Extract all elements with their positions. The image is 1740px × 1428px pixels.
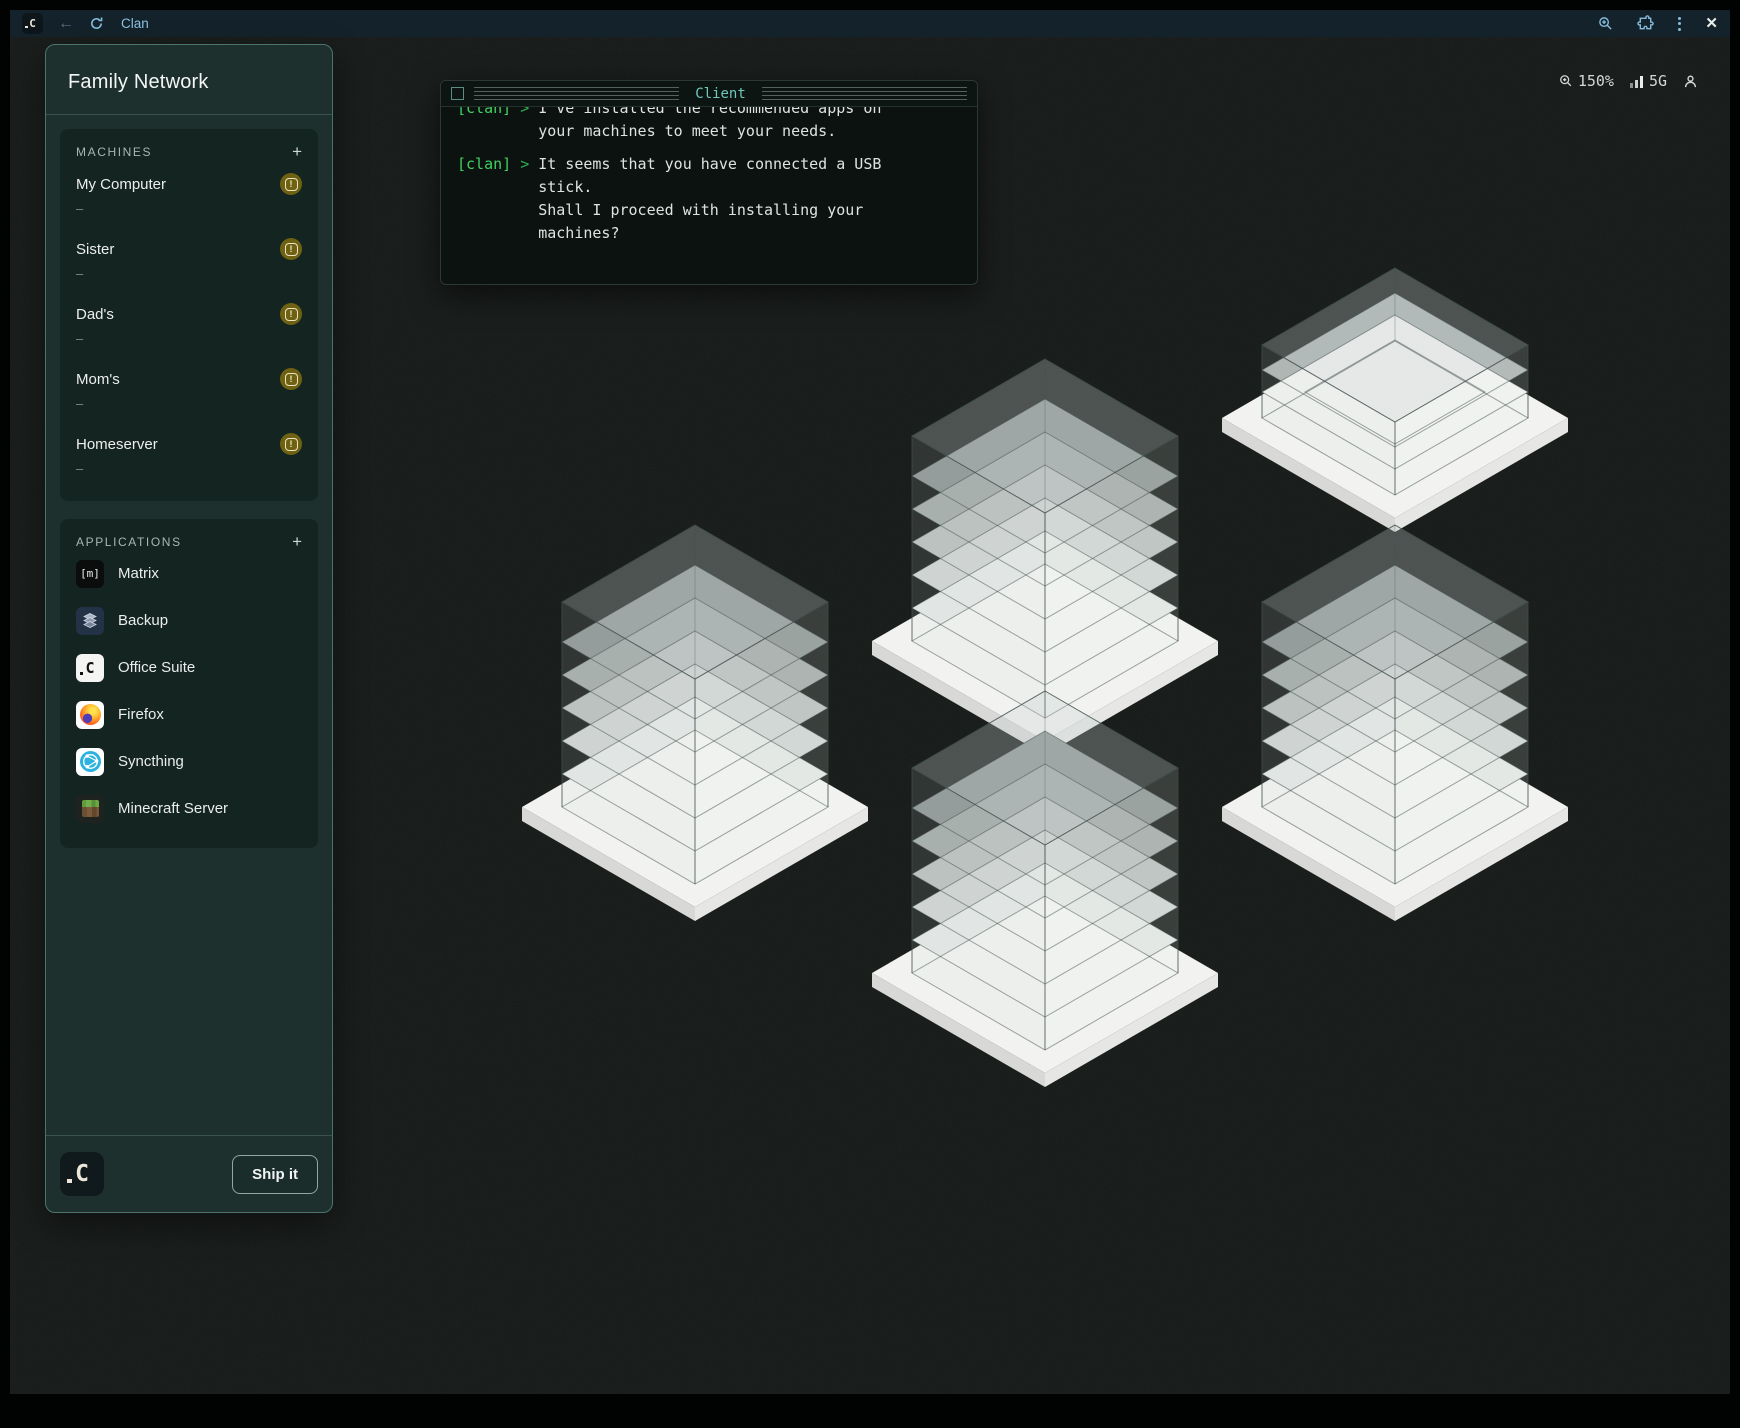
terminal-titlebar[interactable]: Client (441, 81, 977, 107)
application-label: Minecraft Server (118, 800, 228, 817)
application-label: Office Suite (118, 659, 195, 676)
machine-name: Sister (76, 241, 114, 258)
machine-detail: – (76, 396, 302, 411)
titlebar-stripes (762, 87, 967, 100)
warning-status-icon[interactable]: ! (280, 238, 302, 260)
menu-kebab-icon[interactable] (1678, 17, 1681, 31)
application-label: Firefox (118, 706, 164, 723)
canvas-hud: 150% 5G (1559, 72, 1698, 90)
terminal-message-text: It seems that you have connected a USBst… (538, 153, 881, 245)
terminal-message-separator: > (520, 107, 529, 143)
ship-it-button[interactable]: Ship it (232, 1155, 318, 1194)
application-list-item[interactable]: Minecraft Server (76, 785, 302, 832)
client-terminal-window[interactable]: Client [clan] > I've installed the recom… (440, 80, 978, 285)
close-window-icon[interactable]: ✕ (1705, 16, 1718, 31)
sidebar-footer: C Ship it (46, 1135, 332, 1212)
terminal-close-box-icon[interactable] (451, 87, 464, 100)
machine-detail: – (76, 266, 302, 281)
network-indicator[interactable]: 5G (1630, 72, 1667, 90)
machine-list-item[interactable]: Sister ! – (76, 225, 302, 290)
application-label: Matrix (118, 565, 159, 582)
clan-logo-icon[interactable]: C (22, 13, 43, 34)
add-application-button[interactable]: + (292, 533, 302, 550)
application-label: Backup (118, 612, 168, 629)
reload-icon[interactable] (89, 16, 104, 31)
syncthing-icon (76, 748, 104, 776)
terminal-title: Client (689, 86, 752, 102)
back-icon[interactable]: ← (58, 16, 74, 32)
machine-detail: – (76, 331, 302, 346)
warning-status-icon[interactable]: ! (280, 368, 302, 390)
machine-cube-5[interactable] (872, 673, 1218, 1093)
machine-cube-3[interactable] (522, 507, 868, 927)
terminal-message-prefix: [clan] (457, 153, 511, 245)
machine-list-item[interactable]: Homeserver ! – (76, 420, 302, 485)
machine-list-item[interactable]: Dad's ! – (76, 290, 302, 355)
machines-header: MACHINES (76, 145, 152, 159)
add-machine-button[interactable]: + (292, 143, 302, 160)
backup-icon (76, 607, 104, 635)
application-label: Syncthing (118, 753, 184, 770)
applications-panel: APPLICATIONS + [m] Matrix Backup C Offic… (60, 519, 318, 848)
terminal-message: [clan] > I've installed the recommended … (457, 107, 961, 143)
warning-status-icon[interactable]: ! (280, 433, 302, 455)
office-suite-icon: C (76, 654, 104, 682)
titlebar-stripes (474, 87, 679, 100)
machine-name: Dad's (76, 306, 114, 323)
signal-bars-icon (1630, 75, 1644, 88)
sidebar-title: Family Network (46, 45, 332, 114)
matrix-icon: [m] (76, 560, 104, 588)
machine-list-item[interactable]: My Computer ! – (76, 160, 302, 225)
application-list-item[interactable]: Backup (76, 597, 302, 644)
zoom-level-value: 150% (1578, 72, 1614, 90)
zoom-level-indicator[interactable]: 150% (1559, 72, 1614, 90)
browser-topbar: C ← Clan ✕ (10, 10, 1730, 37)
network-type-value: 5G (1649, 72, 1667, 90)
machine-list: My Computer ! – Sister ! – Dad's ! – Mom… (76, 160, 302, 485)
tab-title[interactable]: Clan (121, 16, 149, 31)
minecraft-server-icon (76, 795, 104, 823)
family-network-sidebar: Family Network MACHINES + My Computer ! … (45, 44, 333, 1213)
machine-cube-1[interactable] (1222, 118, 1568, 538)
user-indicator[interactable] (1683, 74, 1698, 89)
zoom-page-icon[interactable] (1598, 16, 1613, 31)
application-list-item[interactable]: Syncthing (76, 738, 302, 785)
machines-panel: MACHINES + My Computer ! – Sister ! – Da… (60, 129, 318, 501)
application-list: [m] Matrix Backup C Office Suite Firefox… (76, 550, 302, 832)
machine-name: Mom's (76, 371, 120, 388)
terminal-body[interactable]: [clan] > I've installed the recommended … (441, 107, 977, 285)
zoom-magnifier-icon (1559, 74, 1573, 88)
terminal-message-separator: > (520, 153, 529, 245)
extensions-puzzle-icon[interactable] (1637, 15, 1654, 32)
machine-list-item[interactable]: Mom's ! – (76, 355, 302, 420)
sidebar-content[interactable]: MACHINES + My Computer ! – Sister ! – Da… (46, 115, 332, 1135)
terminal-message-text: I've installed the recommended apps onyo… (538, 107, 881, 143)
terminal-message: [clan] > It seems that you have connecte… (457, 153, 961, 245)
machine-cube-4[interactable] (1222, 507, 1568, 927)
warning-status-icon[interactable]: ! (280, 173, 302, 195)
user-icon (1683, 74, 1698, 89)
application-list-item[interactable]: [m] Matrix (76, 550, 302, 597)
machine-name: My Computer (76, 176, 166, 193)
machine-detail: – (76, 201, 302, 216)
clan-logo-icon[interactable]: C (60, 1152, 104, 1196)
applications-header: APPLICATIONS (76, 535, 182, 549)
warning-status-icon[interactable]: ! (280, 303, 302, 325)
machine-detail: – (76, 461, 302, 476)
application-list-item[interactable]: Firefox (76, 691, 302, 738)
firefox-icon (76, 701, 104, 729)
application-list-item[interactable]: C Office Suite (76, 644, 302, 691)
browser-window: C ← Clan ✕ (10, 10, 1730, 1394)
terminal-message-prefix: [clan] (457, 107, 511, 143)
machine-name: Homeserver (76, 436, 158, 453)
